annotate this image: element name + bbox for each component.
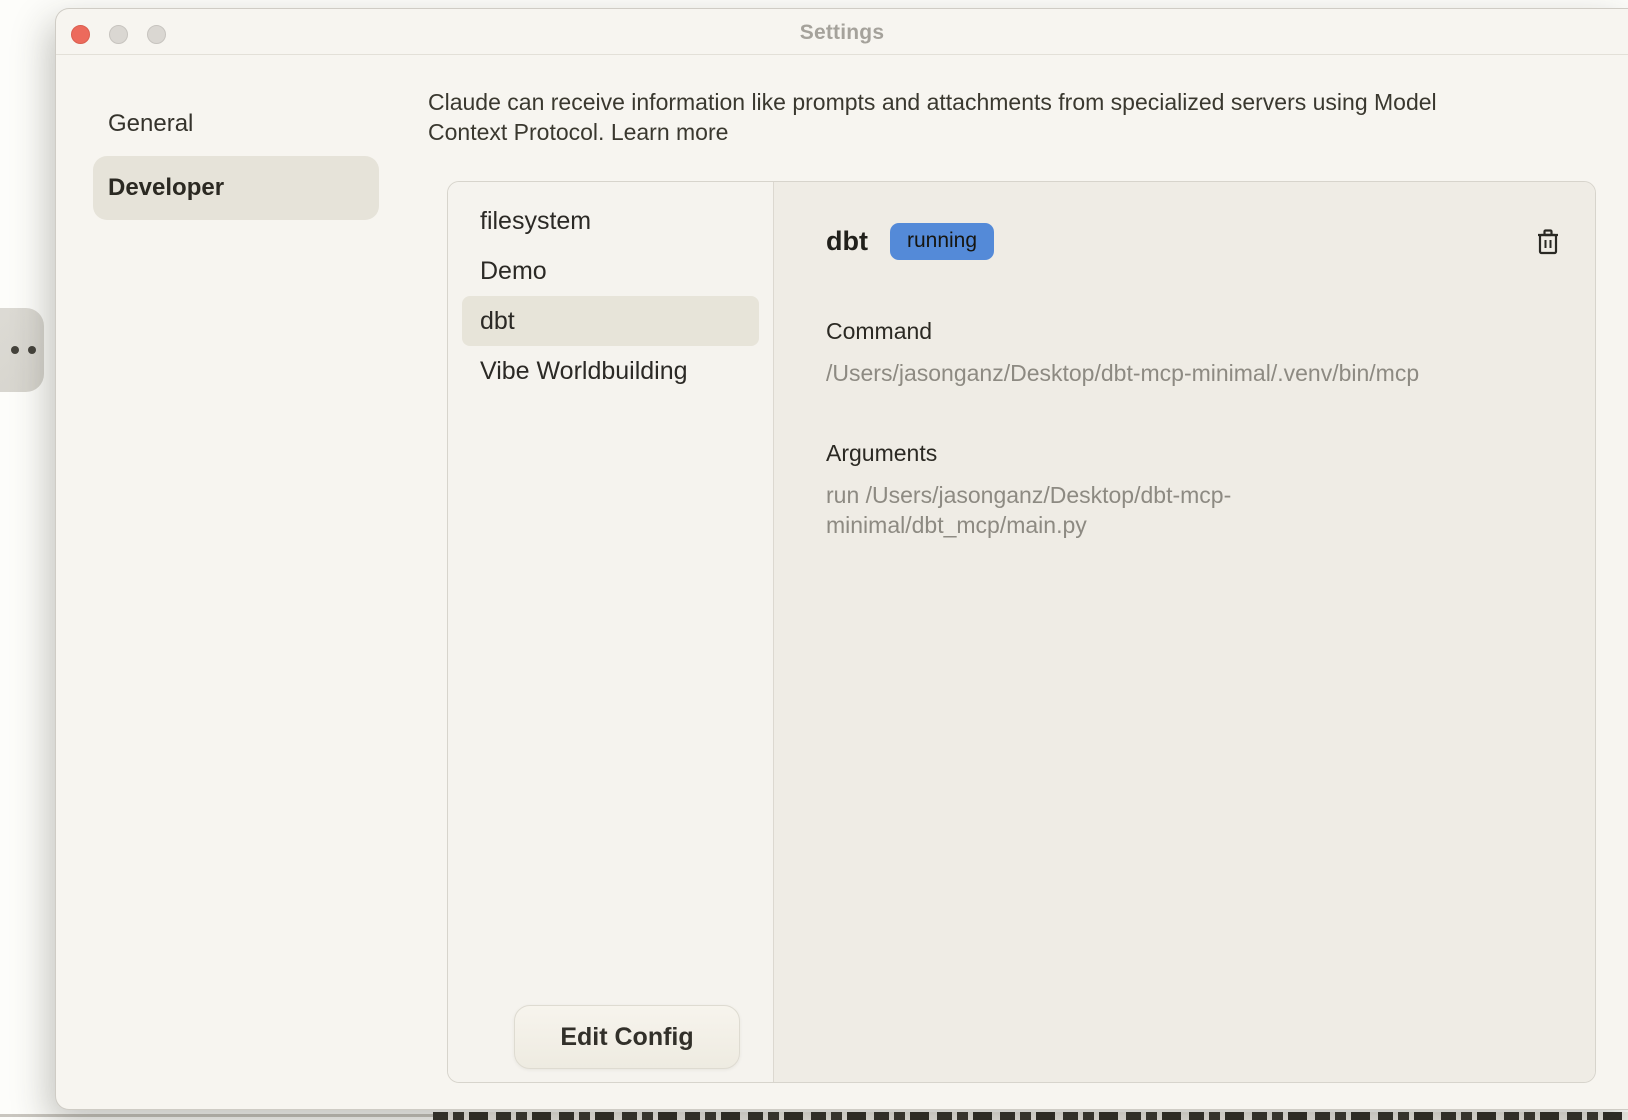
server-list: filesystem Demo dbt Vibe Worldbuilding E…: [448, 182, 774, 1082]
server-detail-name: dbt: [826, 226, 868, 257]
server-name-label: filesystem: [480, 207, 591, 236]
command-label: Command: [826, 318, 1561, 345]
dot-icon: [11, 346, 19, 354]
server-name-label: Demo: [480, 257, 547, 286]
dot-icon: [28, 346, 36, 354]
trash-icon: [1536, 228, 1560, 256]
sidebar-item-label: General: [108, 110, 193, 138]
server-list-item-dbt[interactable]: dbt: [462, 296, 759, 346]
server-detail-pane: dbt running Command /Users/jasonganz/Des…: [774, 182, 1595, 1082]
sidebar-item-developer[interactable]: Developer: [93, 156, 379, 220]
settings-window: Settings General Developer Claude can re…: [55, 8, 1628, 1110]
status-badge: running: [890, 223, 994, 260]
mcp-description: Claude can receive information like prom…: [428, 87, 1508, 147]
command-value: /Users/jasonganz/Desktop/dbt-mcp-minimal…: [826, 358, 1546, 388]
description-text: Claude can receive information like prom…: [428, 89, 1437, 145]
arguments-label: Arguments: [826, 440, 1561, 467]
arguments-value: run /Users/jasonganz/Desktop/dbt-mcp-min…: [826, 480, 1446, 540]
sidebar-item-label: Developer: [108, 174, 224, 202]
server-list-item-demo[interactable]: Demo: [462, 246, 759, 296]
window-bottom-shadow: [0, 1114, 434, 1117]
delete-server-button[interactable]: [1535, 227, 1561, 257]
mcp-servers-panel: filesystem Demo dbt Vibe Worldbuilding E…: [447, 181, 1596, 1083]
server-list-item-filesystem[interactable]: filesystem: [462, 196, 759, 246]
overflow-menu-button[interactable]: [0, 308, 44, 392]
window-titlebar[interactable]: Settings: [56, 9, 1628, 55]
learn-more-link[interactable]: Learn more: [611, 119, 729, 145]
server-detail-header: dbt running: [826, 223, 1561, 260]
server-name-label: dbt: [480, 307, 515, 336]
clipped-background-text: [433, 1112, 1628, 1120]
edit-config-button[interactable]: Edit Config: [514, 1005, 740, 1069]
server-name-label: Vibe Worldbuilding: [480, 357, 688, 386]
server-list-item-vibe-worldbuilding[interactable]: Vibe Worldbuilding: [462, 346, 759, 396]
window-title: Settings: [56, 21, 1628, 45]
sidebar-item-general[interactable]: General: [93, 92, 379, 156]
